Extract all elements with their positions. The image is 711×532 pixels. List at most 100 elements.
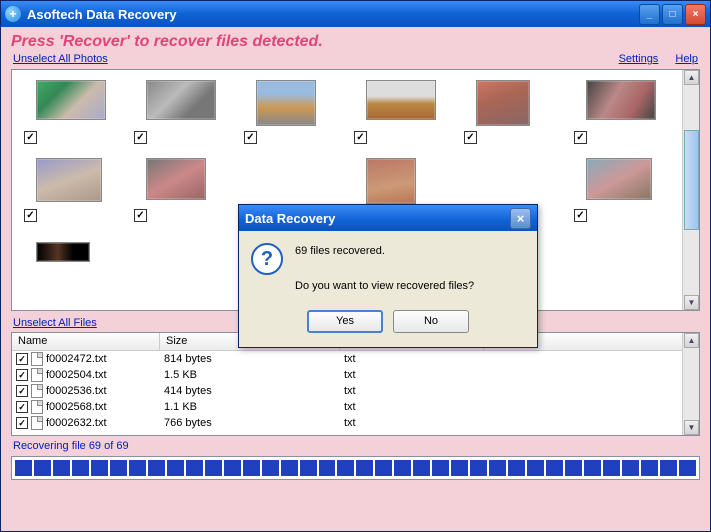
photo-checkbox[interactable] <box>244 131 257 144</box>
progress-segment <box>470 460 487 476</box>
progress-segment <box>489 460 506 476</box>
progress-segment <box>262 460 279 476</box>
photo-item[interactable] <box>458 76 568 154</box>
app-icon: + <box>5 6 21 22</box>
file-size: 1.5 KB <box>160 369 340 381</box>
file-name: f0002568.txt <box>46 401 107 413</box>
thumbnail <box>146 80 216 120</box>
photo-checkbox[interactable] <box>134 209 147 222</box>
unselect-all-photos-link[interactable]: Unselect All Photos <box>13 53 108 65</box>
progress-segment <box>53 460 70 476</box>
file-row[interactable]: f0002632.txt766 bytestxt <box>12 415 699 431</box>
scroll-down-icon[interactable]: ▼ <box>684 295 699 310</box>
thumbnail <box>366 80 436 120</box>
progress-segment <box>527 460 544 476</box>
photo-item[interactable] <box>238 76 348 154</box>
file-checkbox[interactable] <box>16 401 28 413</box>
photo-scrollbar[interactable]: ▲ ▼ <box>682 70 699 310</box>
file-checkbox[interactable] <box>16 417 28 429</box>
file-checkbox[interactable] <box>16 385 28 397</box>
instruction-text: Press 'Recover' to recover files detecte… <box>1 27 710 53</box>
file-ext: txt <box>340 401 484 413</box>
file-size: 1.1 KB <box>160 401 340 413</box>
progress-segment <box>679 460 696 476</box>
yes-button[interactable]: Yes <box>307 310 383 333</box>
photo-item[interactable] <box>568 154 678 232</box>
unselect-all-files-link[interactable]: Unselect All Files <box>13 317 97 329</box>
photo-item[interactable] <box>128 76 238 154</box>
scroll-up-icon[interactable]: ▲ <box>684 333 699 348</box>
progress-segment <box>394 460 411 476</box>
file-icon <box>31 352 43 366</box>
file-row[interactable]: f0002568.txt 1.1 KBtxt <box>12 399 699 415</box>
close-button[interactable]: × <box>685 4 706 25</box>
file-row[interactable]: f0002536.txt414 bytestxt <box>12 383 699 399</box>
dialog-message: 69 files recovered. Do you want to view … <box>295 243 474 296</box>
thumbnail <box>36 158 102 202</box>
photo-item[interactable] <box>18 154 128 232</box>
progress-segment <box>432 460 449 476</box>
progress-segment <box>319 460 336 476</box>
help-link[interactable]: Help <box>675 53 698 65</box>
dialog-close-button[interactable]: × <box>510 208 531 229</box>
progress-segment <box>584 460 601 476</box>
progress-segment <box>565 460 582 476</box>
maximize-button[interactable]: □ <box>662 4 683 25</box>
photo-checkbox[interactable] <box>464 131 477 144</box>
scroll-thumb[interactable] <box>684 130 699 230</box>
file-size: 814 bytes <box>160 353 340 365</box>
thumbnail <box>476 80 530 126</box>
thumbnail <box>586 158 652 200</box>
photo-item[interactable] <box>568 76 678 154</box>
photo-item[interactable] <box>18 232 128 310</box>
file-checkbox[interactable] <box>16 369 28 381</box>
progress-segment <box>15 460 32 476</box>
file-icon <box>31 416 43 430</box>
settings-link[interactable]: Settings <box>619 53 659 65</box>
progress-segment <box>508 460 525 476</box>
column-header-name[interactable]: Name <box>12 333 160 350</box>
progress-segment <box>603 460 620 476</box>
progress-segment <box>205 460 222 476</box>
progress-bar <box>11 456 700 480</box>
window-title: Asoftech Data Recovery <box>27 7 639 22</box>
no-button[interactable]: No <box>393 310 469 333</box>
photo-checkbox[interactable] <box>24 131 37 144</box>
progress-segment <box>34 460 51 476</box>
photo-item[interactable] <box>128 154 238 232</box>
file-ext: txt <box>340 369 484 381</box>
progress-segment <box>337 460 354 476</box>
file-icon <box>31 400 43 414</box>
progress-segment <box>110 460 127 476</box>
photo-checkbox[interactable] <box>24 209 37 222</box>
file-name: f0002472.txt <box>46 353 107 365</box>
photo-item[interactable] <box>18 76 128 154</box>
titlebar: + Asoftech Data Recovery _ □ × <box>1 1 710 27</box>
status-text: Recovering file 69 of 69 <box>1 436 710 454</box>
file-row[interactable]: f0002472.txt814 bytestxt <box>12 351 699 367</box>
recovery-dialog: Data Recovery × ? 69 files recovered. Do… <box>238 204 538 348</box>
file-row[interactable]: f0002504.txt1.5 KBtxt <box>12 367 699 383</box>
dialog-title: Data Recovery <box>245 211 510 226</box>
file-size: 766 bytes <box>160 417 340 429</box>
dialog-titlebar: Data Recovery × <box>239 205 537 231</box>
scroll-up-icon[interactable]: ▲ <box>684 70 699 85</box>
progress-segment <box>243 460 260 476</box>
file-ext: txt <box>340 417 484 429</box>
file-scrollbar[interactable]: ▲ ▼ <box>682 333 699 435</box>
photo-checkbox[interactable] <box>134 131 147 144</box>
top-link-bar: Unselect All Photos Settings Help <box>1 53 710 69</box>
progress-segment <box>356 460 373 476</box>
photo-checkbox[interactable] <box>574 131 587 144</box>
photo-checkbox[interactable] <box>354 131 367 144</box>
progress-segment <box>413 460 430 476</box>
minimize-button[interactable]: _ <box>639 4 660 25</box>
scroll-down-icon[interactable]: ▼ <box>684 420 699 435</box>
file-checkbox[interactable] <box>16 353 28 365</box>
progress-segment <box>129 460 146 476</box>
photo-item[interactable] <box>348 76 458 154</box>
progress-segment <box>148 460 165 476</box>
thumbnail <box>146 158 206 200</box>
file-size: 414 bytes <box>160 385 340 397</box>
photo-checkbox[interactable] <box>574 209 587 222</box>
